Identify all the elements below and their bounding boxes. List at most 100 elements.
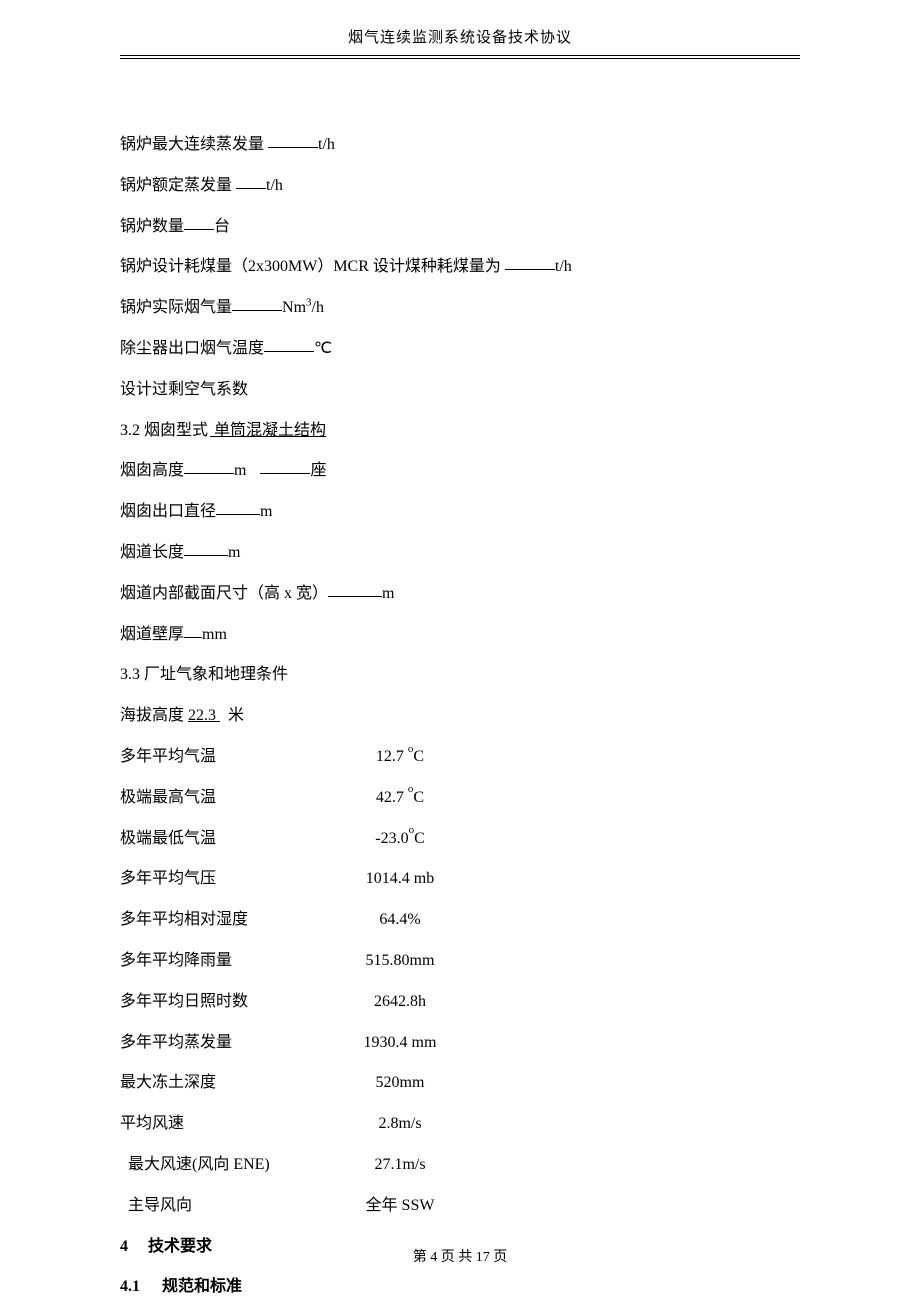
spec-line: 烟道壁厚mm [120, 615, 800, 656]
text: /h [312, 299, 324, 316]
row-value: 全年 SSW [350, 1186, 450, 1227]
page: 烟气连续监测系统设备技术协议 锅炉最大连续蒸发量 t/h 锅炉额定蒸发量 t/h… [0, 0, 920, 1302]
row-value: 42.7 oC [350, 778, 450, 819]
text: t/h [555, 258, 572, 275]
row-value: 2.8m/s [350, 1104, 450, 1145]
text: t/h [266, 177, 283, 194]
unit-deg-c: oC [408, 748, 424, 765]
spec-line: 除尘器出口烟气温度 ℃ [120, 329, 800, 370]
spec-line: 锅炉设计耗煤量（2x300MW）MCR 设计煤种耗煤量为 t/h [120, 247, 800, 288]
row-label: 最大冻土深度 [120, 1063, 350, 1104]
blank-field [236, 173, 266, 188]
blank-field [268, 133, 318, 148]
blank-field [264, 337, 314, 352]
text: 锅炉设计耗煤量（2x300MW）MCR 设计煤种耗煤量为 [120, 258, 505, 275]
text: 3.2 烟囱型式 [120, 422, 208, 439]
blank-field [184, 622, 202, 637]
row-value: 27.1m/s [350, 1145, 450, 1186]
text: ℃ [314, 340, 332, 357]
spec-line: 锅炉数量 台 [120, 207, 800, 248]
row-label: 最大风速(风向 ENE) [120, 1145, 350, 1186]
page-header-title: 烟气连续监测系统设备技术协议 [120, 0, 800, 55]
section-title: 规范和标准 [162, 1278, 242, 1295]
section-3-2: 3.2 烟囱型式 单筒混凝土结构 [120, 411, 800, 452]
spec-line: 烟囱出口直径 m [120, 492, 800, 533]
table-row: 最大风速(风向 ENE)27.1m/s [120, 1145, 800, 1186]
text: 锅炉额定蒸发量 [120, 177, 236, 194]
text: m [234, 462, 246, 479]
value-number: -23.0 [375, 830, 408, 847]
row-label: 多年平均日照时数 [120, 982, 350, 1023]
table-row: 极端最高气温42.7 oC [120, 778, 800, 819]
text: 座 [310, 462, 326, 479]
table-row: 极端最低气温-23.0oC [120, 819, 800, 860]
row-value: 1930.4 mm [350, 1023, 450, 1064]
blank-field [184, 541, 228, 556]
degree-symbol: o [408, 743, 414, 755]
row-value: 520mm [350, 1063, 450, 1104]
row-value: 64.4% [350, 900, 450, 941]
text: 锅炉数量 [120, 218, 184, 235]
unit-c: C [413, 748, 424, 765]
unit-c: C [413, 789, 424, 806]
row-label: 多年平均蒸发量 [120, 1023, 350, 1064]
blank-field [184, 459, 234, 474]
text: 海拔高度 [120, 707, 188, 724]
table-row: 主导风向全年 SSW [120, 1186, 800, 1227]
text: 烟囱出口直径 [120, 503, 216, 520]
row-value: 2642.8h [350, 982, 450, 1023]
spec-line: 烟道内部截面尺寸（高 x 宽）m [120, 574, 800, 615]
text: 锅炉最大连续蒸发量 [120, 136, 268, 153]
row-label: 主导风向 [120, 1186, 350, 1227]
text: 烟道壁厚 [120, 626, 184, 643]
table-row: 最大冻土深度520mm [120, 1063, 800, 1104]
text: m [260, 503, 272, 520]
text: t/h [318, 136, 335, 153]
text: 3.3 厂址气象和地理条件 [120, 666, 288, 683]
spec-line: 海拔高度 22.3 米 [120, 696, 800, 737]
text: 除尘器出口烟气温度 [120, 340, 264, 357]
row-label: 极端最高气温 [120, 778, 350, 819]
row-value: 515.80mm [350, 941, 450, 982]
row-label: 多年平均气压 [120, 859, 350, 900]
row-value: 1014.4 mb [350, 859, 450, 900]
degree-symbol: o [409, 824, 415, 836]
text: m [228, 544, 240, 561]
blank-field [232, 296, 282, 311]
table-row: 多年平均气温12.7 oC [120, 737, 800, 778]
text: 烟道长度 [120, 544, 184, 561]
table-row: 多年平均降雨量515.80mm [120, 941, 800, 982]
table-row: 多年平均日照时数2642.8h [120, 982, 800, 1023]
row-label: 多年平均降雨量 [120, 941, 350, 982]
text: 烟道内部截面尺寸（高 x 宽） [120, 585, 328, 602]
value-number: 12.7 [376, 748, 408, 765]
unit-c: C [414, 830, 425, 847]
page-footer: 第 4 页 共 17 页 [0, 1246, 920, 1266]
row-label: 极端最低气温 [120, 819, 350, 860]
blank-field [184, 214, 214, 229]
spec-line: 设计过剩空气系数 [120, 370, 800, 411]
spec-line: 锅炉额定蒸发量 t/h [120, 166, 800, 207]
section-3-3: 3.3 厂址气象和地理条件 [120, 655, 800, 696]
unit-deg-c: oC [409, 830, 425, 847]
climate-table: 多年平均气温12.7 oC极端最高气温42.7 oC极端最低气温-23.0oC多… [120, 737, 800, 1227]
row-label: 多年平均相对湿度 [120, 900, 350, 941]
value-number: 42.7 [376, 789, 408, 806]
blank-field [260, 459, 310, 474]
blank-field [328, 581, 382, 596]
spec-line: 烟囱高度 m 座 [120, 451, 800, 492]
blank-field [505, 255, 555, 270]
row-value: 12.7 oC [350, 737, 450, 778]
row-label: 多年平均气温 [120, 737, 350, 778]
text: 烟囱高度 [120, 462, 184, 479]
text: 台 [214, 218, 230, 235]
blank-field [216, 500, 260, 515]
row-label: 平均风速 [120, 1104, 350, 1145]
spec-line: 锅炉实际烟气量Nm3/h [120, 288, 800, 329]
content: 锅炉最大连续蒸发量 t/h 锅炉额定蒸发量 t/h 锅炉数量 台 锅炉设计耗煤量（… [120, 59, 800, 1308]
underlined-value: 单筒混凝土结构 [208, 422, 328, 439]
row-value: -23.0oC [350, 819, 450, 860]
degree-symbol: o [408, 783, 414, 795]
unit-deg-c: oC [408, 789, 424, 806]
text: 设计过剩空气系数 [120, 381, 248, 398]
